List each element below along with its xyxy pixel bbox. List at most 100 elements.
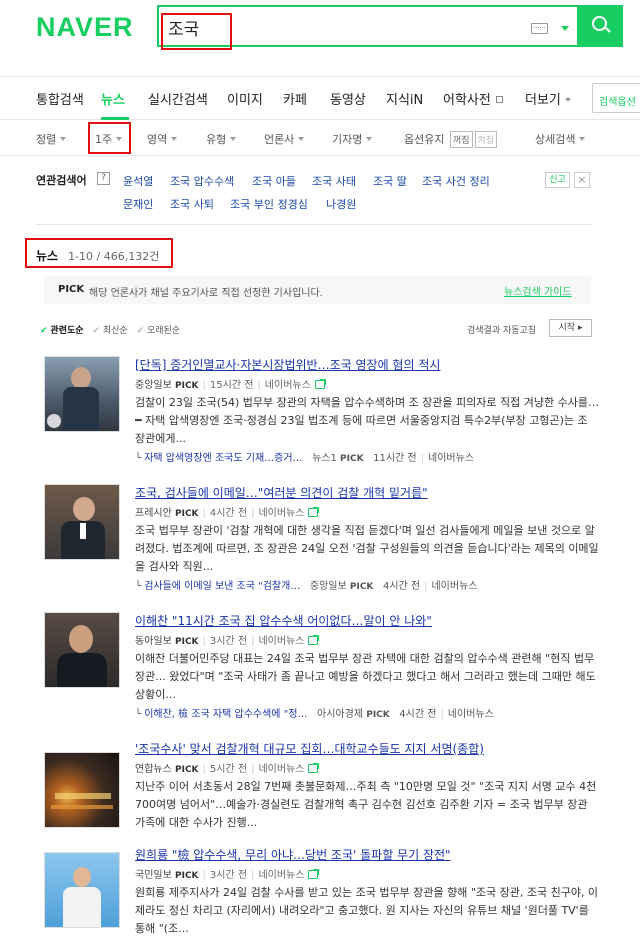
share-icon[interactable] (308, 507, 320, 517)
tab-more[interactable]: 더보기 (525, 89, 571, 108)
related-news-link[interactable]: 이해찬, 檢 조국 자택 압수수색에 "정… (144, 709, 307, 720)
news-source[interactable]: 뉴스1 (312, 453, 337, 464)
share-icon[interactable] (314, 379, 326, 389)
tab-news[interactable]: 뉴스 (101, 89, 125, 108)
related-keyword[interactable]: 윤석열 (123, 173, 153, 189)
pick-badge: PICK (58, 284, 85, 295)
option-type-label: 유형 (206, 133, 227, 146)
tab-image[interactable]: 이미지 (227, 89, 263, 108)
tab-realtime[interactable]: 실시간검색 (148, 89, 208, 108)
news-thumbnail[interactable] (44, 612, 120, 688)
naver-news-link[interactable]: 네이버뉴스 (265, 380, 311, 391)
sort-latest[interactable]: 최신순 (103, 326, 128, 336)
related-title: 연관검색어 (36, 174, 87, 187)
tab-video[interactable]: 동영상 (330, 89, 366, 108)
naver-news-link[interactable]: 네이버뉴스 (258, 636, 304, 647)
related-keyword[interactable]: 조국 부인 정경심 (230, 196, 308, 212)
news-title-link[interactable]: [단독] 증거인멸교사·자본시장법위반…조국 영장에 혐의 적시 (135, 356, 440, 373)
related-keyword[interactable]: 나경원 (326, 196, 356, 212)
related-keyword[interactable]: 조국 압수수색 (170, 173, 234, 189)
option-press[interactable]: 언론사 (264, 131, 305, 147)
report-button[interactable]: 신고 (545, 172, 570, 188)
related-keyword[interactable]: 문재인 (123, 196, 153, 212)
naver-news-link[interactable]: 네이버뉴스 (428, 453, 474, 464)
related-news: └ 자택 압색영장엔 조국도 기재…증거… 뉴스1 PICK 11시간 전 | 네이… (135, 453, 475, 464)
naver-news-link[interactable]: 네이버뉴스 (258, 764, 304, 775)
news-source[interactable]: 아시아경제 (317, 709, 363, 720)
news-time: 15시간 전 (209, 380, 254, 391)
related-keyword[interactable]: 조국 사태 (312, 173, 356, 189)
sort-relevance[interactable]: 관련도순 (50, 326, 83, 336)
news-guide-link[interactable]: 뉴스검색 가이드 (504, 283, 572, 298)
naver-logo[interactable]: NAVER (36, 12, 134, 43)
close-icon[interactable]: × (574, 172, 590, 188)
keyboard-icon[interactable] (531, 23, 548, 34)
news-source[interactable]: 연합뉴스 (135, 764, 172, 775)
news-thumbnail[interactable] (44, 484, 120, 560)
news-source[interactable]: 국민일보 (135, 870, 172, 881)
tab-dict[interactable]: 어학사전 (443, 89, 503, 108)
option-sort-label: 정렬 (36, 133, 57, 146)
tab-kin[interactable]: 지식iN (386, 89, 423, 108)
related-news-link[interactable]: 검사들에 이메일 보낸 조국 "검찰개… (144, 581, 300, 592)
option-detail-label: 상세검색 (535, 133, 576, 146)
option-reporter[interactable]: 기자명 (332, 131, 373, 147)
related-keyword[interactable]: 조국 아들 (252, 173, 296, 189)
auto-refresh-start-button[interactable]: 시작 ▸ (549, 319, 592, 337)
option-area[interactable]: 영역 (147, 131, 178, 147)
check-icon: ✔ (40, 326, 48, 336)
option-detail[interactable]: 상세검색 (535, 131, 586, 147)
naver-news-link[interactable]: 네이버뉴스 (258, 508, 304, 519)
option-sort[interactable]: 정렬 (36, 131, 67, 147)
sort-oldest[interactable]: 오래된순 (147, 326, 180, 336)
news-source[interactable]: 중앙일보 (135, 380, 172, 391)
news-meta: 국민일보 PICK | 3시간 전 | 네이버뉴스 (135, 866, 320, 881)
news-source[interactable]: 동아일보 (135, 636, 172, 647)
check-icon: ✔ (136, 326, 145, 336)
option-type[interactable]: 유형 (206, 131, 237, 147)
period-highlight-box (88, 122, 131, 154)
news-thumbnail[interactable] (44, 356, 120, 432)
news-title-link[interactable]: '조국수사' 맞서 검찰개혁 대규모 집회…대학교수들도 지지 서명(종합) (135, 740, 484, 757)
share-icon[interactable] (308, 869, 320, 879)
option-keep: 옵션유지 꺼짐 켜짐 (404, 131, 498, 148)
share-icon[interactable] (308, 635, 320, 645)
news-item: 이해찬 "11시간 조국 집 압수수색 어이없다…말이 안 나와" 동아일보 P… (44, 612, 600, 722)
square-icon (495, 96, 503, 103)
help-icon[interactable]: ? (97, 172, 110, 185)
autocomplete-toggle-icon[interactable] (561, 26, 569, 31)
news-title-link[interactable]: 조국, 검사들에 이메일…"여러분 의견이 검찰 개혁 밑거름" (135, 484, 428, 501)
pick-badge: PICK (366, 710, 390, 720)
pick-badge: PICK (175, 509, 199, 519)
naver-news-link[interactable]: 네이버뉴스 (258, 870, 304, 881)
news-time: 4시간 전 (382, 581, 421, 592)
pick-badge: PICK (175, 381, 199, 391)
search-button[interactable] (579, 5, 623, 47)
news-title-link[interactable]: 이해찬 "11시간 조국 집 압수수색 어이없다…말이 안 나와" (135, 612, 432, 629)
tab-all[interactable]: 통합검색 (36, 89, 84, 108)
news-time: 3시간 전 (209, 636, 248, 647)
news-source[interactable]: 프레시안 (135, 508, 172, 519)
news-thumbnail[interactable] (44, 752, 120, 828)
header: NAVER 조국 (0, 0, 640, 76)
option-press-label: 언론사 (264, 133, 295, 146)
keep-off-toggle[interactable]: 꺼짐 (449, 131, 473, 148)
related-keyword[interactable]: 조국 사건 정리 (422, 173, 490, 189)
naver-news-link[interactable]: 네이버뉴스 (448, 709, 494, 720)
naver-news-link[interactable]: 네이버뉴스 (431, 581, 477, 592)
share-icon[interactable] (308, 763, 320, 773)
news-thumbnail[interactable] (44, 852, 120, 928)
related-keyword[interactable]: 조국 사퇴 (170, 196, 214, 212)
tab-cafe[interactable]: 카페 (283, 89, 307, 108)
news-title-link[interactable]: 원희룡 "檢 압수수색, 무리 아냐…당번 조국' 돌파할 무기 장전" (135, 846, 451, 863)
news-time: 5시간 전 (209, 764, 248, 775)
keep-on-toggle[interactable]: 켜짐 (474, 131, 498, 148)
related-news: └ 검사들에 이메일 보낸 조국 "검찰개… 중앙일보 PICK 4시간 전 | 네… (135, 581, 478, 592)
search-options-button[interactable]: 검색옵션 (592, 83, 640, 113)
news-meta: 연합뉴스 PICK | 5시간 전 | 네이버뉴스 (135, 760, 320, 775)
news-item: '조국수사' 맞서 검찰개혁 대규모 집회…대학교수들도 지지 서명(종합) 연… (44, 740, 600, 832)
news-source[interactable]: 중앙일보 (310, 581, 347, 592)
chevron-down-icon (579, 137, 586, 141)
related-news-link[interactable]: 자택 압색영장엔 조국도 기재…증거… (144, 453, 302, 464)
related-keyword[interactable]: 조국 딸 (373, 173, 407, 189)
